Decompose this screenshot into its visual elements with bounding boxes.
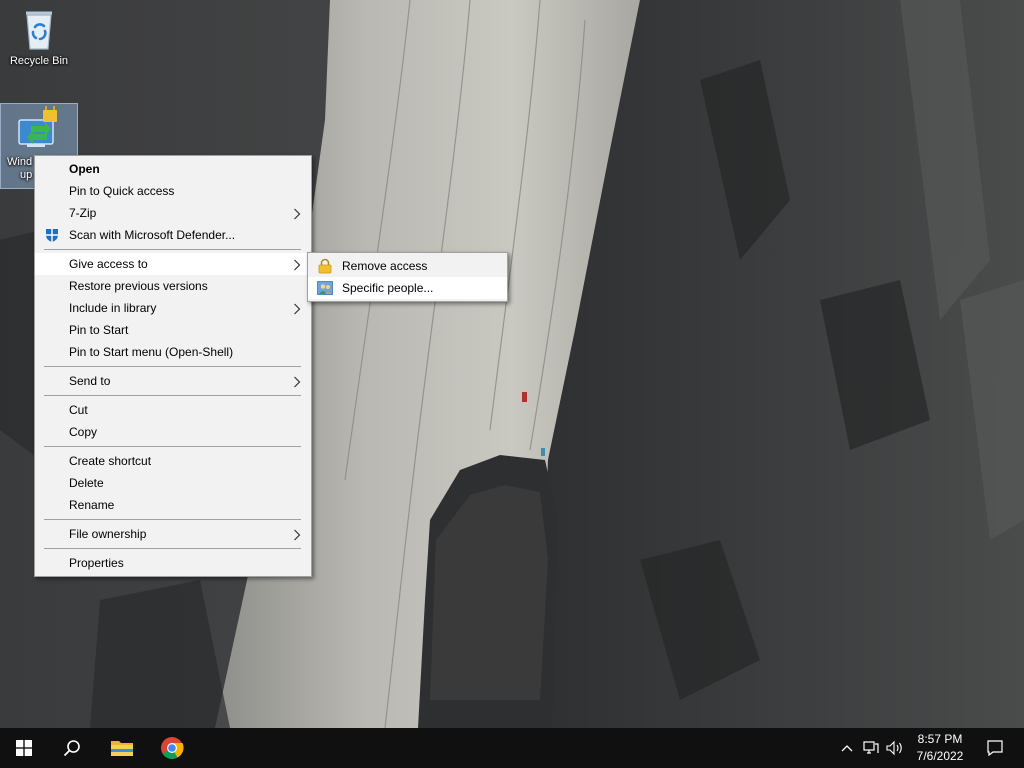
chevron-right-icon xyxy=(293,297,301,319)
menu-separator xyxy=(44,395,301,396)
menu-item-label: Pin to Quick access xyxy=(69,184,175,198)
clock-time: 8:57 PM xyxy=(917,732,963,746)
action-center-button[interactable] xyxy=(984,728,1006,768)
recycle-bin-icon xyxy=(15,5,63,53)
show-hidden-icons-button[interactable] xyxy=(838,728,856,768)
menu-separator xyxy=(44,366,301,367)
menu-item-label: Remove access xyxy=(342,259,428,273)
menu-item-label: 7-Zip xyxy=(69,206,97,220)
menu-separator xyxy=(44,548,301,549)
file-explorer-button[interactable] xyxy=(98,728,146,768)
menu-item-cut[interactable]: Cut xyxy=(35,399,311,421)
windows-logo-icon xyxy=(16,740,32,756)
chevron-right-icon xyxy=(293,370,301,392)
context-menu: Open Pin to Quick access 7-Zip Scan with Mi… xyxy=(34,155,312,577)
menu-item-give-access-to[interactable]: Give access to xyxy=(35,253,311,275)
chrome-icon xyxy=(161,737,184,759)
lock-icon xyxy=(317,258,333,274)
clock-date: 7/6/2022 xyxy=(916,749,964,763)
menu-item-label: Give access to xyxy=(69,257,148,271)
search-icon xyxy=(63,740,80,757)
menu-item-create-shortcut[interactable]: Create shortcut xyxy=(35,450,311,472)
menu-item-remove-access[interactable]: Remove access xyxy=(308,255,507,277)
chevron-right-icon xyxy=(293,253,301,275)
menu-item-delete[interactable]: Delete xyxy=(35,472,311,494)
menu-item-properties[interactable]: Properties xyxy=(35,552,311,574)
menu-item-label: Scan with Microsoft Defender... xyxy=(69,228,236,242)
desktop-icon-recycle-bin[interactable]: Recycle Bin xyxy=(1,5,77,73)
menu-item-pin-to-quick-access[interactable]: Pin to Quick access xyxy=(35,180,311,202)
menu-item-send-to[interactable]: Send to xyxy=(35,370,311,392)
menu-separator xyxy=(44,519,301,520)
chevron-right-icon xyxy=(293,523,301,545)
menu-item-label: Copy xyxy=(69,425,98,439)
menu-item-label: Properties xyxy=(69,556,124,570)
menu-item-label: Pin to Start xyxy=(69,323,129,337)
menu-item-label: Pin to Start menu (Open-Shell) xyxy=(69,345,234,359)
menu-item-rename[interactable]: Rename xyxy=(35,494,311,516)
search-button[interactable] xyxy=(48,728,96,768)
chevron-right-icon xyxy=(293,202,301,224)
menu-item-7-zip[interactable]: 7-Zip xyxy=(35,202,311,224)
windows-update-lock-icon xyxy=(15,102,63,154)
menu-item-label: File ownership xyxy=(69,527,147,541)
menu-item-copy[interactable]: Copy xyxy=(35,421,311,443)
chrome-button[interactable] xyxy=(148,728,196,768)
menu-item-label: Send to xyxy=(69,374,111,388)
menu-item-label: Delete xyxy=(69,476,104,490)
menu-item-label: Restore previous versions xyxy=(69,279,208,293)
taskbar: 8:57 PM 7/6/2022 xyxy=(0,728,1024,768)
menu-item-restore-previous-versions[interactable]: Restore previous versions xyxy=(35,275,311,297)
start-button[interactable] xyxy=(0,728,48,768)
menu-item-label: Open xyxy=(69,162,100,176)
give-access-submenu: Remove access Specific people... xyxy=(307,252,508,302)
menu-item-file-ownership[interactable]: File ownership xyxy=(35,523,311,545)
speaker-icon xyxy=(886,741,902,755)
menu-item-label: Create shortcut xyxy=(69,454,152,468)
network-button[interactable] xyxy=(860,728,882,768)
menu-item-pin-to-start-menu-open-shell[interactable]: Pin to Start menu (Open-Shell) xyxy=(35,341,311,363)
menu-item-label: Include in library xyxy=(69,301,157,315)
menu-item-open[interactable]: Open xyxy=(35,158,311,180)
menu-item-scan-with-microsoft-defender[interactable]: Scan with Microsoft Defender... xyxy=(35,224,311,246)
people-icon xyxy=(317,280,333,296)
volume-button[interactable] xyxy=(884,728,906,768)
recycle-bin-label: Recycle Bin xyxy=(9,55,69,67)
folder-icon xyxy=(111,741,133,756)
chevron-up-icon xyxy=(841,745,853,752)
menu-item-specific-people[interactable]: Specific people... xyxy=(308,277,507,299)
menu-item-include-in-library[interactable]: Include in library xyxy=(35,297,311,319)
defender-shield-icon xyxy=(44,227,60,243)
menu-item-pin-to-start[interactable]: Pin to Start xyxy=(35,319,311,341)
menu-separator xyxy=(44,249,301,250)
menu-separator xyxy=(44,446,301,447)
menu-item-label: Specific people... xyxy=(342,281,434,295)
network-icon xyxy=(863,741,879,754)
menu-item-label: Cut xyxy=(69,403,88,417)
notification-icon xyxy=(987,740,1003,756)
clock[interactable]: 8:57 PM 7/6/2022 xyxy=(908,731,972,765)
menu-item-label: Rename xyxy=(69,498,115,512)
